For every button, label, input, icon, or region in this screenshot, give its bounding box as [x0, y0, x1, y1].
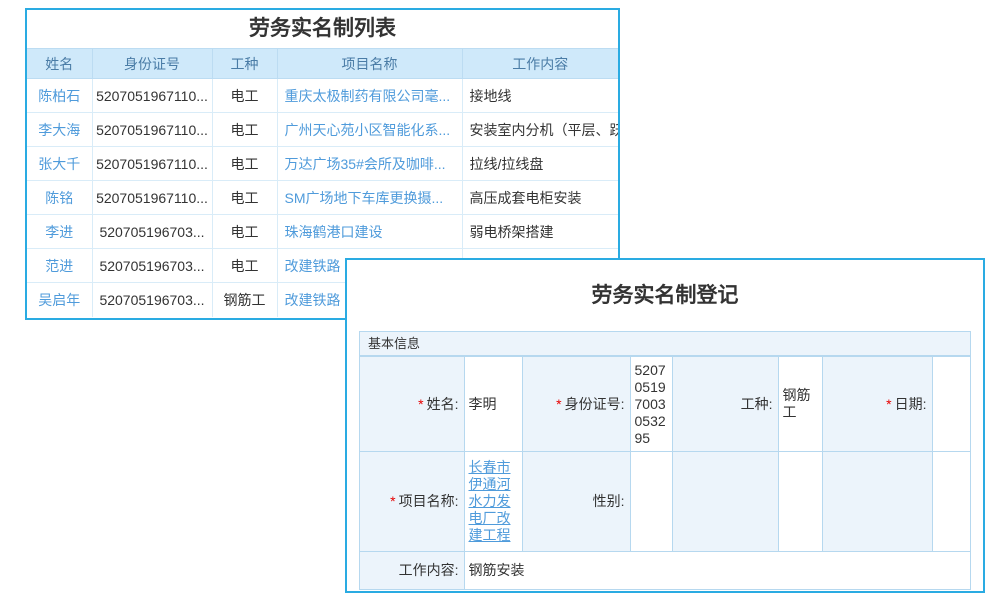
form-row-1: *姓名: 李明 *身份证号: 520705197003053295 工种: 钢筋… [360, 357, 970, 452]
form-row-2: *项目名称: 长春市伊通河水力发电厂改建工程 性别: [360, 452, 970, 552]
empty-label-cell [672, 452, 778, 552]
worker-name-link[interactable]: 李大海 [27, 113, 92, 147]
col-header-id: 身份证号 [92, 49, 212, 79]
project-link[interactable]: SM广场地下车库更换摄... [277, 181, 462, 215]
empty-label-cell [822, 452, 932, 552]
worker-name-link[interactable]: 张大千 [27, 147, 92, 181]
workcontent-label: 工作内容: [360, 552, 464, 589]
worker-type-cell: 电工 [212, 79, 277, 113]
id-value: 520705197003053295 [630, 357, 672, 452]
required-asterisk: * [418, 396, 423, 412]
worker-id-cell: 520705196703... [92, 283, 212, 317]
worker-name-link[interactable]: 范进 [27, 249, 92, 283]
required-asterisk: * [886, 396, 891, 412]
worker-id-cell: 520705196703... [92, 249, 212, 283]
register-form-table: *姓名: 李明 *身份证号: 520705197003053295 工种: 钢筋… [360, 356, 970, 589]
work-content-cell: 接地线 [462, 79, 618, 113]
table-row: 陈柏石 5207051967110... 电工 重庆太极制药有限公司毫... 接… [27, 79, 618, 113]
workcontent-value: 钢筋安装 [464, 552, 970, 589]
worker-name-link[interactable]: 陈柏石 [27, 79, 92, 113]
form-row-3: 工作内容: 钢筋安装 [360, 552, 970, 589]
worktype-value: 钢筋工 [778, 357, 822, 452]
page: 劳务实名制列表 姓名 身份证号 工种 项目名称 工作内容 陈柏石 5207051… [0, 0, 1000, 600]
project-name-link[interactable]: 长春市伊通河水力发电厂改建工程 [469, 459, 511, 543]
date-label: *日期: [822, 357, 932, 452]
gender-label: 性别: [522, 452, 630, 552]
project-link[interactable]: 万达广场35#会所及咖啡... [277, 147, 462, 181]
table-row: 张大千 5207051967110... 电工 万达广场35#会所及咖啡... … [27, 147, 618, 181]
basic-info-box: 基本信息 *姓名: 李明 *身份证号: 520705197003053295 工… [359, 331, 971, 590]
col-header-workcontent: 工作内容 [462, 49, 618, 79]
worker-name-link[interactable]: 陈铭 [27, 181, 92, 215]
id-label: *身份证号: [522, 357, 630, 452]
table-row: 李进 520705196703... 电工 珠海鹤港口建设 弱电桥架搭建 [27, 215, 618, 249]
required-asterisk: * [390, 493, 395, 509]
work-content-cell: 安装室内分机（平层、跃... [462, 113, 618, 147]
gender-value [630, 452, 672, 552]
project-value: 长春市伊通河水力发电厂改建工程 [464, 452, 522, 552]
col-header-project: 项目名称 [277, 49, 462, 79]
work-content-cell: 弱电桥架搭建 [462, 215, 618, 249]
project-link[interactable]: 珠海鹤港口建设 [277, 215, 462, 249]
worker-type-cell: 电工 [212, 215, 277, 249]
work-content-cell: 高压成套电柜安装 [462, 181, 618, 215]
worker-id-cell: 5207051967110... [92, 147, 212, 181]
form-panel-title: 劳务实名制登记 [347, 281, 983, 310]
worker-id-cell: 520705196703... [92, 215, 212, 249]
col-header-name: 姓名 [27, 49, 92, 79]
worker-name-link[interactable]: 李进 [27, 215, 92, 249]
worker-id-cell: 5207051967110... [92, 79, 212, 113]
name-label: *姓名: [360, 357, 464, 452]
name-value: 李明 [464, 357, 522, 452]
list-header-row: 姓名 身份证号 工种 项目名称 工作内容 [27, 49, 618, 79]
required-asterisk: * [556, 396, 561, 412]
project-label: *项目名称: [360, 452, 464, 552]
table-row: 陈铭 5207051967110... 电工 SM广场地下车库更换摄... 高压… [27, 181, 618, 215]
work-content-cell: 拉线/拉线盘 [462, 147, 618, 181]
section-header-basic-info: 基本信息 [360, 332, 970, 356]
empty-value-cell [778, 452, 822, 552]
worker-type-cell: 电工 [212, 249, 277, 283]
project-link[interactable]: 广州天心苑小区智能化系... [277, 113, 462, 147]
worker-type-cell: 电工 [212, 181, 277, 215]
worker-type-cell: 电工 [212, 113, 277, 147]
labor-register-panel: 劳务实名制登记 基本信息 *姓名: 李明 *身份证号: 520705197003… [345, 258, 985, 593]
list-panel-title: 劳务实名制列表 [27, 10, 618, 48]
table-row: 李大海 5207051967110... 电工 广州天心苑小区智能化系... 安… [27, 113, 618, 147]
col-header-worktype: 工种 [212, 49, 277, 79]
date-value [932, 357, 970, 452]
worktype-label: 工种: [672, 357, 778, 452]
empty-value-cell [932, 452, 970, 552]
worker-type-cell: 钢筋工 [212, 283, 277, 317]
worker-id-cell: 5207051967110... [92, 113, 212, 147]
worker-type-cell: 电工 [212, 147, 277, 181]
project-link[interactable]: 重庆太极制药有限公司毫... [277, 79, 462, 113]
worker-id-cell: 5207051967110... [92, 181, 212, 215]
worker-name-link[interactable]: 吴启年 [27, 283, 92, 317]
